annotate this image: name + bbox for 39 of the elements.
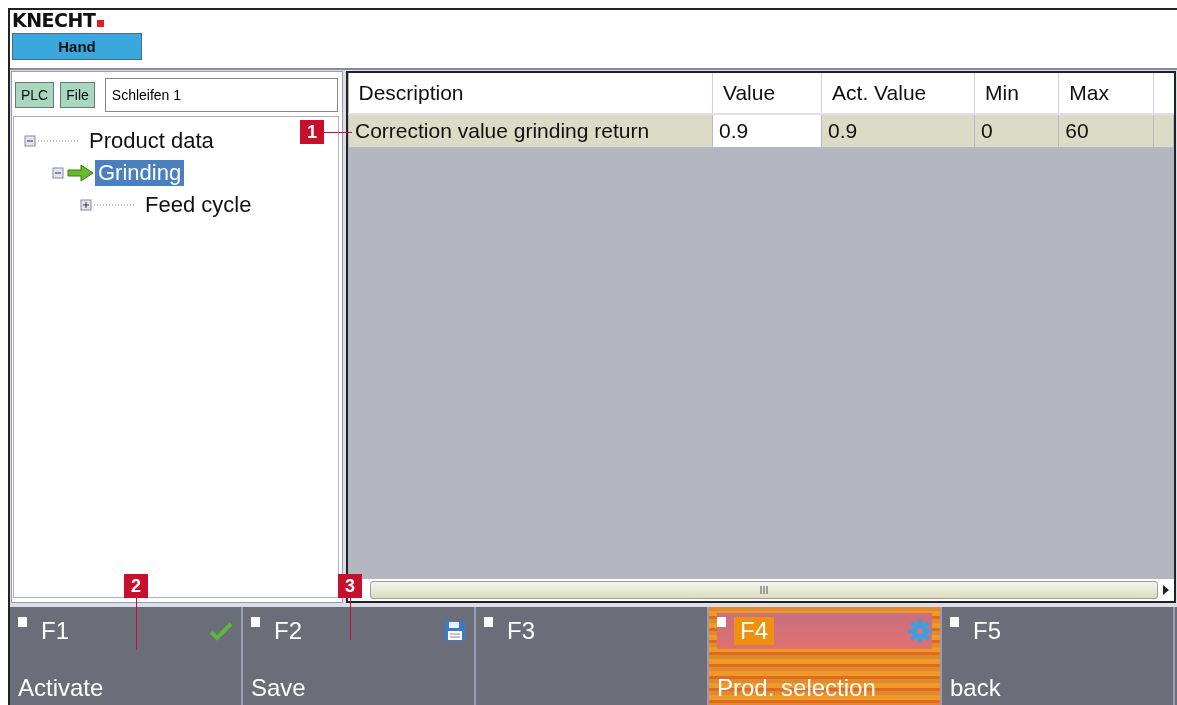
- connector-line: [94, 203, 134, 207]
- key-indicator: [18, 617, 27, 627]
- collapse-icon[interactable]: [24, 135, 36, 147]
- tree-item[interactable]: Grinding: [95, 160, 185, 186]
- column-header[interactable]: Value: [712, 73, 822, 114]
- leader-line: [350, 598, 351, 640]
- scroll-right-icon[interactable]: [1162, 584, 1170, 596]
- table-cell: 60: [1058, 114, 1153, 148]
- toolbar-button[interactable]: PLC: [15, 82, 55, 108]
- gear-icon: [908, 619, 932, 643]
- column-header[interactable]: Description: [348, 73, 713, 114]
- leader-line: [136, 598, 137, 650]
- table-cell: Correction value grinding return: [348, 114, 713, 148]
- key-indicator: [484, 617, 493, 627]
- expand-icon[interactable]: [80, 199, 92, 211]
- value-field[interactable]: 0.9: [712, 114, 822, 148]
- key-indicator: [950, 617, 959, 627]
- logo-mark: [97, 20, 105, 27]
- leader-line: [324, 132, 352, 133]
- connector-line: [38, 139, 78, 143]
- toolbar-button[interactable]: File: [60, 82, 95, 108]
- key-indicator: [717, 617, 726, 627]
- callout-marker: 1: [300, 120, 324, 144]
- callout-marker: 3: [338, 574, 362, 598]
- arrow-icon: [67, 163, 95, 183]
- collapse-icon[interactable]: [52, 167, 64, 179]
- callout-marker: 2: [124, 574, 148, 598]
- tree-item[interactable]: Product data: [86, 128, 217, 154]
- column-header[interactable]: Min: [974, 73, 1059, 114]
- tree-item[interactable]: Feed cycle: [142, 192, 255, 218]
- checkmark-icon: [209, 621, 233, 641]
- table-cell: 0.9: [821, 114, 975, 148]
- program-field[interactable]: Schleifen 1: [104, 78, 338, 112]
- column-header[interactable]: Act. Value: [821, 73, 975, 114]
- column-header[interactable]: Max: [1058, 73, 1153, 114]
- mode-indicator: Hand: [12, 33, 142, 60]
- table-cell: 0: [974, 114, 1059, 148]
- logo: KNECHT: [12, 10, 96, 30]
- key-indicator: [251, 617, 260, 627]
